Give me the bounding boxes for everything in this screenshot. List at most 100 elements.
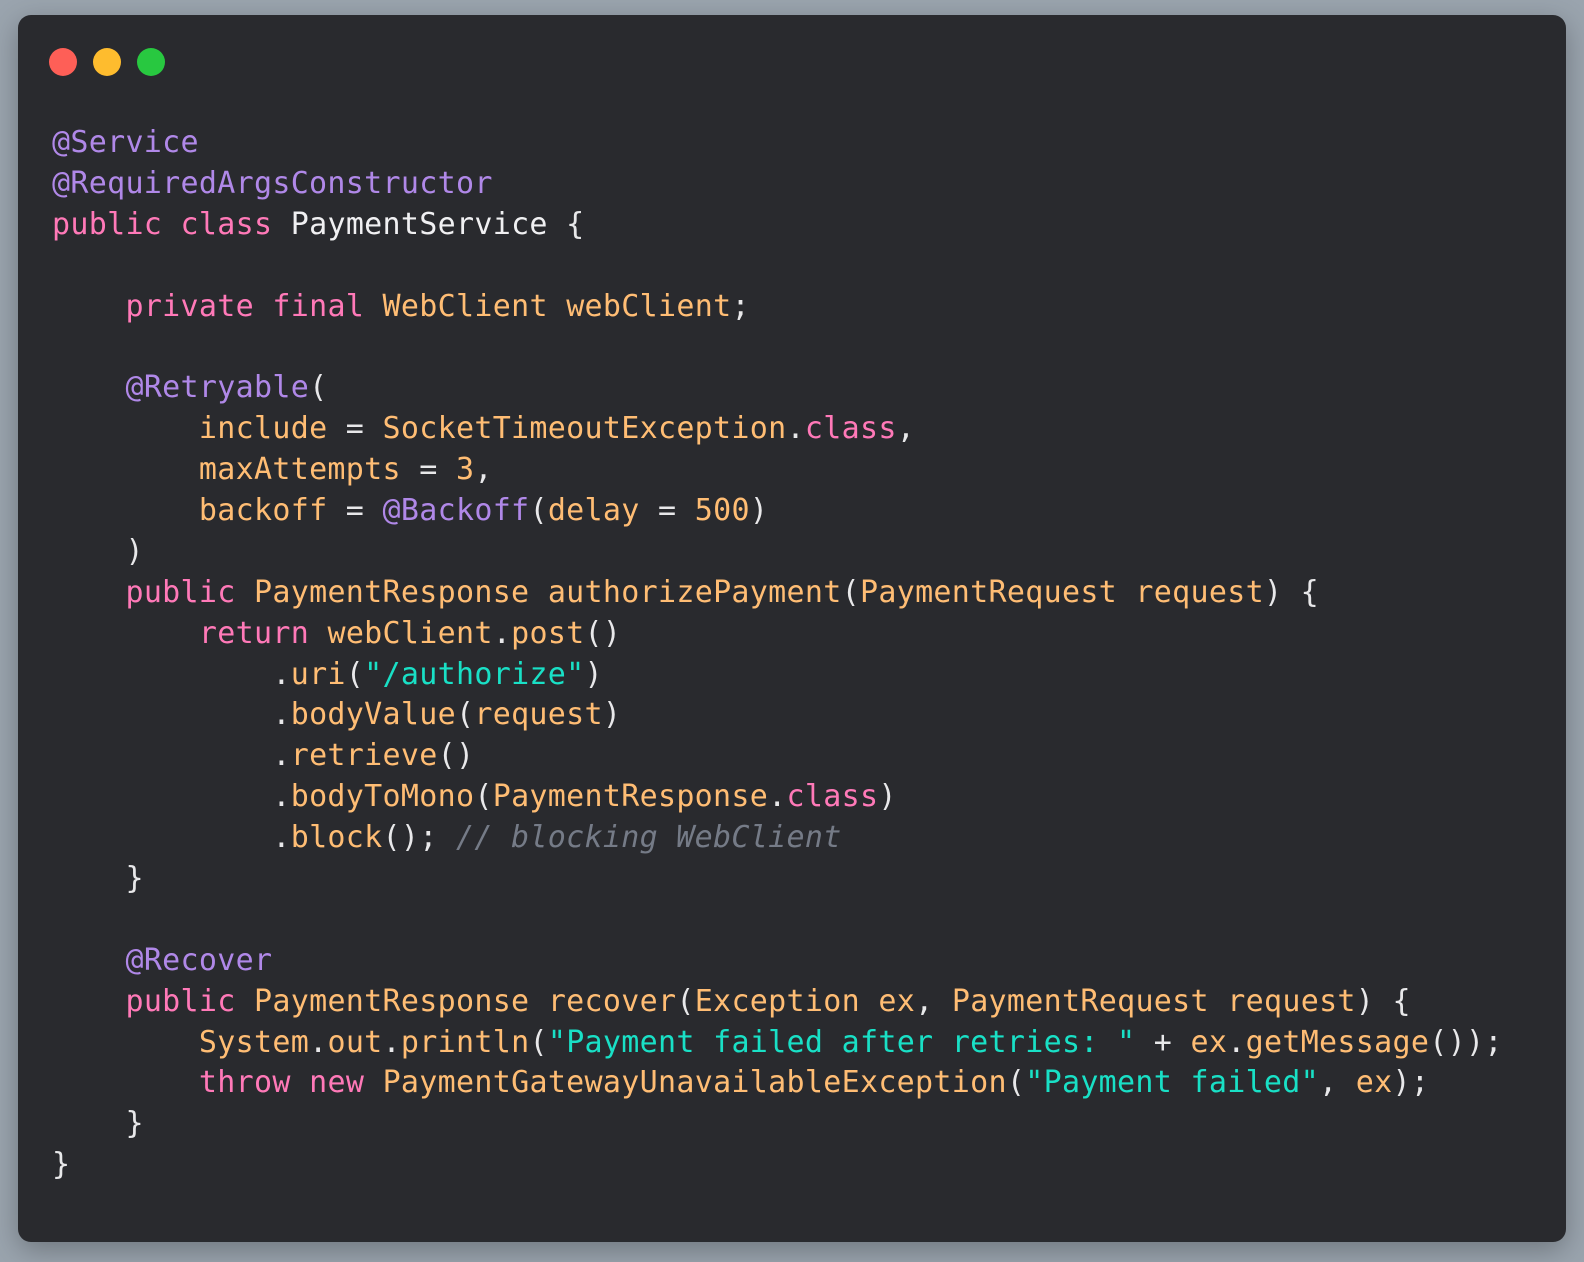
code-token-annot: @RequiredArgsConstructor — [52, 165, 493, 201]
code-token-punct — [52, 943, 125, 978]
code-line: ) — [52, 532, 1503, 573]
code-token-type: PaymentGatewayUnavailableException — [382, 1065, 1007, 1101]
code-token-punct: . — [1227, 1024, 1246, 1060]
code-line: } — [52, 1104, 1503, 1145]
code-token-kw: public — [52, 206, 163, 242]
code-token-ident: out — [327, 1024, 383, 1060]
code-token-punct — [162, 207, 180, 242]
code-token-punct: , — [915, 983, 952, 1019]
code-token-punct: } — [52, 1147, 71, 1183]
code-token-punct: ( — [345, 656, 365, 692]
code-token-type: SocketTimeoutException — [382, 411, 787, 447]
code-token-kw: private — [125, 288, 254, 324]
code-token-kw: new — [309, 1065, 365, 1101]
code-token-ident: bodyToMono — [290, 779, 475, 815]
code-token-punct: = — [327, 493, 383, 529]
code-token-punct: . — [52, 738, 291, 774]
code-token-kw: class — [180, 206, 273, 242]
code-token-num: 500 — [694, 493, 750, 529]
code-token-ident: authorizePayment — [547, 574, 842, 610]
code-token-punct — [529, 575, 547, 610]
code-token-punct: ( — [1006, 1065, 1026, 1101]
code-token-punct — [364, 1065, 382, 1100]
code-token-ident: request — [474, 697, 603, 733]
code-line: @Retryable( — [52, 368, 1503, 409]
code-token-ident: println — [400, 1024, 530, 1060]
code-line: } — [52, 1145, 1503, 1186]
code-token-punct: ) — [602, 697, 622, 733]
code-token-punct — [52, 1065, 199, 1100]
code-block: @Service @RequiredArgsConstructor public c… — [52, 123, 1503, 1186]
code-token-kw: public — [125, 574, 236, 610]
code-token-punct: ()); — [1429, 1024, 1503, 1060]
code-token-punct — [52, 493, 199, 528]
code-token-punct: ; — [731, 288, 750, 324]
code-token-ident: request — [1135, 574, 1264, 610]
code-line: System.out.println("Payment failed after… — [52, 1023, 1503, 1064]
code-token-punct: , — [896, 411, 916, 447]
code-token-punct — [236, 575, 254, 610]
code-token-punct — [52, 1025, 199, 1060]
code-token-ident: webClient — [327, 615, 493, 651]
code-token-punct — [52, 370, 125, 405]
code-token-punct: () — [584, 615, 622, 651]
code-token-punct: . — [786, 411, 805, 447]
code-line: include = SocketTimeoutException.class, — [52, 409, 1503, 450]
code-token-comment: // blocking WebClient — [455, 820, 842, 856]
code-line: .bodyValue(request) — [52, 695, 1503, 736]
code-line: .retrieve() — [52, 736, 1503, 777]
code-token-ident: retrieve — [290, 738, 438, 774]
code-token-punct: + — [1135, 1024, 1191, 1060]
zoom-button[interactable] — [137, 48, 165, 76]
code-token-punct: ( — [474, 779, 493, 815]
code-token-punct: ( — [309, 370, 328, 406]
code-token-punct: ) — [584, 656, 603, 692]
code-token-type: System — [198, 1024, 310, 1060]
code-line: return webClient.post() — [52, 614, 1503, 655]
code-line: public class PaymentService { — [52, 205, 1503, 246]
code-token-annot: @Backoff — [382, 493, 530, 529]
code-token-punct: ) — [749, 493, 769, 529]
code-token-punct — [1209, 984, 1227, 1019]
code-token-punct: = — [400, 452, 456, 488]
code-token-ident: getMessage — [1245, 1024, 1430, 1060]
code-token-ident: block — [290, 820, 383, 856]
code-token-punct: . — [52, 820, 291, 856]
minimize-button[interactable] — [93, 48, 121, 76]
code-token-punct — [236, 984, 254, 1019]
code-line: public PaymentResponse recover(Exception… — [52, 982, 1503, 1023]
code-token-ident: include — [198, 411, 328, 447]
code-token-punct: . — [52, 697, 291, 733]
code-token-str: "Payment failed after retries: " — [547, 1024, 1136, 1060]
code-token-punct — [309, 616, 327, 651]
code-line: @Service — [52, 123, 1503, 164]
code-line: @Recover — [52, 941, 1503, 982]
close-button[interactable] — [49, 48, 77, 76]
code-token-punct: , — [1319, 1065, 1356, 1101]
code-token-ident: backoff — [198, 493, 328, 529]
code-token-punct: . — [52, 656, 291, 692]
code-token-punct — [1117, 575, 1135, 610]
code-token-annot: @Retryable — [125, 370, 310, 406]
code-token-type: PaymentResponse — [254, 983, 530, 1019]
code-token-punct — [52, 575, 125, 610]
code-token-punct: . — [309, 1024, 328, 1060]
code-line: maxAttempts = 3, — [52, 450, 1503, 491]
code-token-punct: ) { — [1355, 983, 1411, 1019]
code-token-type: PaymentResponse — [492, 779, 769, 815]
code-line: .bodyToMono(PaymentResponse.class) — [52, 777, 1503, 818]
code-token-punct — [364, 289, 382, 324]
code-line: .block(); // blocking WebClient — [52, 818, 1503, 859]
code-line: throw new PaymentGatewayUnavailableExcep… — [52, 1063, 1503, 1104]
code-token-ident: request — [1227, 983, 1356, 1019]
code-line: .uri("/authorize") — [52, 655, 1503, 696]
code-token-ident: bodyValue — [290, 697, 456, 733]
code-token-ident: uri — [290, 656, 346, 692]
code-token-punct — [52, 616, 199, 651]
code-line: private final WebClient webClient; — [52, 287, 1503, 328]
code-token-punct: . — [492, 615, 512, 651]
code-line: backoff = @Backoff(delay = 500) — [52, 491, 1503, 532]
code-token-punct: ( — [455, 697, 475, 733]
